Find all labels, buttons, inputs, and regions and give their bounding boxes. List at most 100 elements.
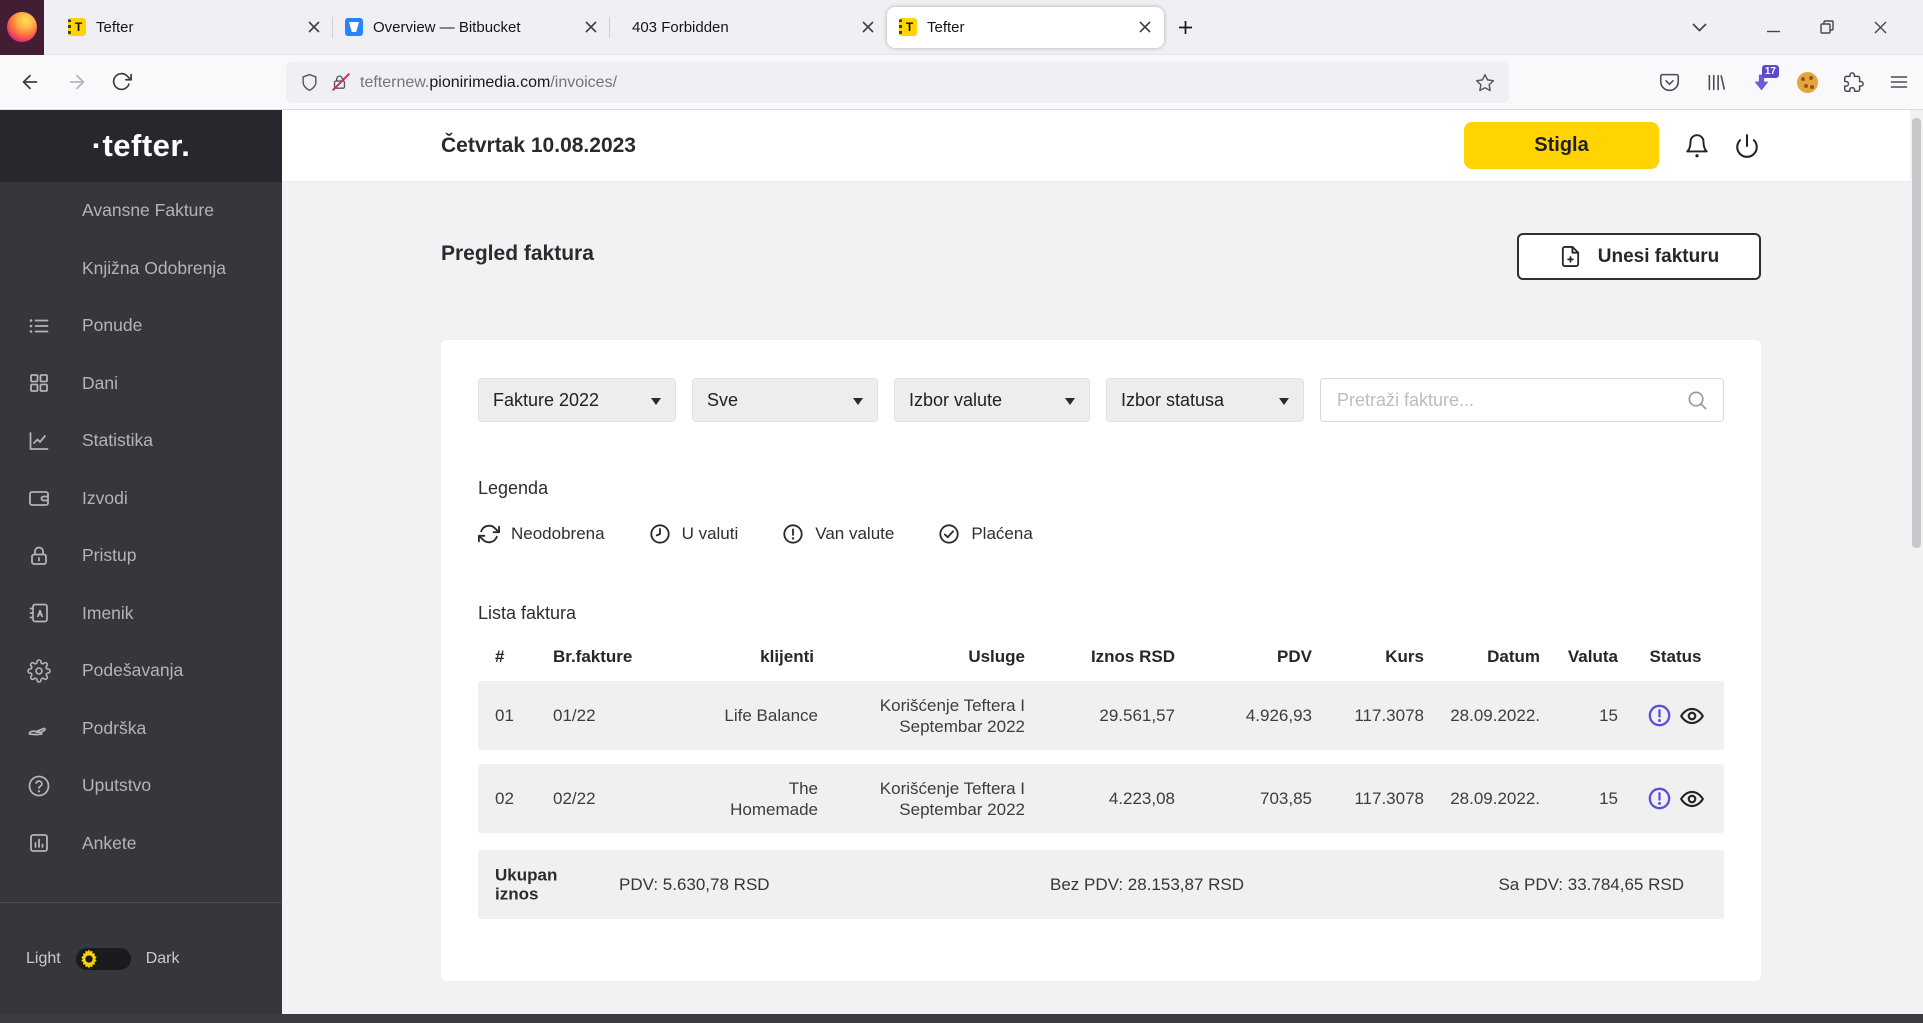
- sidebar-item-podrska[interactable]: Podrška: [0, 700, 282, 758]
- tab-bitbucket[interactable]: Overview — Bitbucket: [332, 7, 610, 48]
- check-circle-icon: [938, 523, 960, 545]
- col-amount: Iznos RSD: [1090, 647, 1175, 666]
- sidebar-item-imenik[interactable]: Imenik: [0, 585, 282, 643]
- extensions-puzzle-icon[interactable]: [1843, 71, 1864, 93]
- cell-service: Korišćenje Teftera I Septembar 2022: [879, 695, 1025, 736]
- new-tab-icon[interactable]: [1174, 16, 1197, 39]
- sidebar-item-avansne-fakture[interactable]: Avansne Fakture: [0, 182, 282, 240]
- totals-row: Ukupan iznos PDV: 5.630,78 RSD Bez PDV: …: [478, 850, 1724, 920]
- browser-tab-bar: T Tefter Overview — Bitbucket 403 Forbid…: [0, 0, 1923, 55]
- tab-tefter-1[interactable]: T Tefter: [56, 7, 333, 48]
- reload-icon[interactable]: [111, 71, 132, 92]
- firefox-logo-box[interactable]: [0, 0, 44, 55]
- app-header: Četvrtak 10.08.2023 Stigla: [282, 110, 1923, 182]
- cookie-icon[interactable]: [1797, 71, 1818, 93]
- theme-toggle[interactable]: [75, 947, 131, 970]
- sidebar-nav: Avansne Fakture Knjižna Odobrenja Ponude…: [0, 182, 282, 872]
- sidebar-item-izvodi[interactable]: Izvodi: [0, 470, 282, 528]
- sidebar-item-label: Imenik: [82, 602, 134, 623]
- totals-label: Ukupan iznos: [495, 865, 558, 904]
- legend-item-u-valuti: U valuti: [649, 523, 738, 545]
- col-valuta: Valuta: [1567, 647, 1618, 666]
- col-pdv: PDV: [1277, 647, 1312, 666]
- close-tab-icon[interactable]: [1136, 18, 1154, 36]
- sidebar-item-dani[interactable]: Dani: [0, 355, 282, 413]
- cell-valuta: 15: [1599, 706, 1618, 726]
- year-filter-dropdown[interactable]: Fakture 2022: [478, 378, 676, 422]
- sidebar-item-statistika[interactable]: Statistika: [0, 412, 282, 470]
- support-hand-icon: [26, 715, 52, 741]
- invoice-list-title: Lista faktura: [478, 603, 577, 623]
- logout-power-icon[interactable]: [1734, 133, 1760, 159]
- minimize-icon[interactable]: [1747, 0, 1800, 54]
- sidebar-item-ponude[interactable]: Ponude: [0, 297, 282, 355]
- vertical-scrollbar[interactable]: [1910, 110, 1923, 1014]
- close-tab-icon[interactable]: [305, 18, 323, 36]
- close-tab-icon[interactable]: [582, 18, 600, 36]
- wallet-icon: [26, 485, 52, 511]
- browser-nav-bar: tefternew.pionirimedia.com/invoices/ 17: [0, 55, 1923, 110]
- add-invoice-label: Unesi fakturu: [1597, 245, 1720, 267]
- firefox-logo-icon: [7, 12, 37, 42]
- bottom-strip: [0, 1014, 1923, 1023]
- cell-kurs: 117.3078: [1354, 706, 1424, 726]
- search-icon[interactable]: [1686, 389, 1709, 412]
- view-invoice-eye-icon[interactable]: [1679, 786, 1705, 812]
- notifications-bell-icon[interactable]: [1684, 133, 1710, 159]
- sidebar-item-ankete[interactable]: Ankete: [0, 815, 282, 873]
- toolbar-icons: 17: [1659, 55, 1909, 109]
- forward-icon[interactable]: [66, 71, 88, 93]
- star-icon[interactable]: [1475, 73, 1495, 93]
- sidebar-item-uputstvo[interactable]: Uputstvo: [0, 757, 282, 815]
- sidebar-item-knjizna-odobrenja[interactable]: Knjižna Odobrenja: [0, 240, 282, 298]
- van-valute-status-icon: [1647, 703, 1672, 728]
- url-bar[interactable]: tefternew.pionirimedia.com/invoices/: [286, 62, 1509, 103]
- add-invoice-button[interactable]: Unesi fakturu: [1517, 233, 1761, 280]
- sidebar-item-pristup[interactable]: Pristup: [0, 527, 282, 585]
- list-all-tabs-icon[interactable]: [1672, 0, 1747, 54]
- invoice-row[interactable]: 02 02/22 The Homemade Korišćenje Teftera…: [478, 764, 1724, 834]
- url-text[interactable]: tefternew.pionirimedia.com/invoices/: [360, 74, 1475, 92]
- sidebar-item-label: Ponude: [82, 315, 143, 336]
- col-kurs: Kurs: [1385, 647, 1424, 666]
- back-icon[interactable]: [19, 71, 41, 93]
- scrollbar-thumb[interactable]: [1912, 118, 1921, 548]
- close-icon[interactable]: [1854, 0, 1907, 54]
- lock-slash-icon[interactable]: [331, 73, 348, 92]
- menu-icon[interactable]: [1889, 72, 1909, 92]
- search-input[interactable]: [1335, 388, 1686, 412]
- invoice-row[interactable]: 01 01/22 Life Balance Korišćenje Teftera…: [478, 681, 1724, 751]
- status-filter-dropdown[interactable]: Izbor statusa: [1106, 378, 1304, 422]
- restore-icon[interactable]: [1800, 0, 1854, 54]
- tefter-favicon-icon: T: [899, 18, 917, 36]
- cell-datum: 28.09.2022.: [1450, 706, 1540, 726]
- pocket-icon[interactable]: [1659, 72, 1680, 93]
- window-controls: [1672, 0, 1923, 54]
- cell-datum: 28.09.2022.: [1450, 789, 1540, 809]
- stigla-button[interactable]: Stigla: [1464, 122, 1659, 169]
- content-area: Pregled faktura Unesi fakturu Fakture 20…: [282, 182, 1923, 1014]
- shield-icon[interactable]: [300, 73, 319, 92]
- close-tab-icon[interactable]: [859, 18, 877, 36]
- cell-pdv: 4.926,93: [1245, 706, 1312, 726]
- cell-service: Korišćenje Teftera I Septembar 2022: [879, 778, 1025, 819]
- blank-icon: [26, 255, 52, 281]
- sidebar: ·tefter. Avansne Fakture Knjižna Odobren…: [0, 110, 282, 1014]
- library-icon[interactable]: [1705, 72, 1726, 93]
- sidebar-item-label: Podrška: [82, 717, 147, 738]
- theme-dark-label: Dark: [145, 949, 180, 967]
- currency-filter-dropdown[interactable]: Izbor valute: [894, 378, 1090, 422]
- tab-403-forbidden[interactable]: 403 Forbidden: [609, 7, 887, 48]
- downloads-extension-icon[interactable]: 17: [1751, 64, 1779, 93]
- dropdown-value: Izbor valute: [909, 389, 1003, 410]
- sidebar-item-label: Uputstvo: [82, 775, 152, 796]
- cell-kurs: 117.3078: [1354, 789, 1424, 809]
- tab-tefter-active[interactable]: T Tefter: [887, 6, 1164, 48]
- col-service: Usluge: [968, 647, 1025, 666]
- legend-item-van-valute: Van valute: [782, 523, 894, 545]
- sidebar-item-podesavanja[interactable]: Podešavanja: [0, 642, 282, 700]
- totals-bez-pdv: Bez PDV: 28.153,87 RSD: [1050, 874, 1245, 894]
- cell-amount: 29.561,57: [1099, 706, 1175, 726]
- client-filter-dropdown[interactable]: Sve: [692, 378, 878, 422]
- view-invoice-eye-icon[interactable]: [1679, 703, 1705, 729]
